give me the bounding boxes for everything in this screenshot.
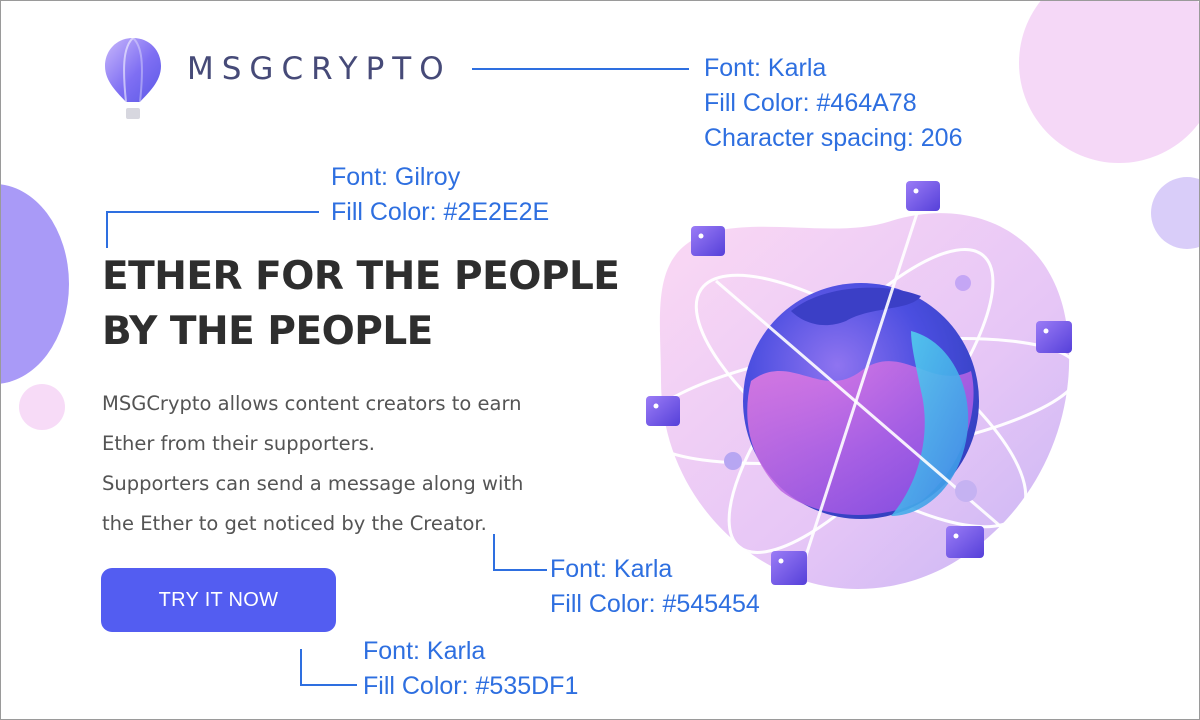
headline-annotation: Font: Gilroy Fill Color: #2E2E2E (331, 160, 549, 230)
cube (646, 396, 680, 426)
hero-headline: ETHER FOR THE PEOPLE BY THE PEOPLE (102, 249, 662, 359)
cube (771, 551, 807, 585)
annotation-line: Character spacing: 206 (704, 124, 963, 152)
cube (691, 226, 725, 256)
cube (946, 526, 984, 558)
annotation-line: Fill Color: #464A78 (704, 89, 917, 117)
cube (1036, 321, 1072, 353)
try-it-now-button[interactable]: TRY IT NOW (101, 568, 336, 632)
annotation-line: Font: Gilroy (331, 163, 461, 191)
decorative-blob-right (1151, 177, 1199, 249)
description-line: Ether from their supporters. (102, 432, 375, 455)
annotation-line: Fill Color: #535DF1 (363, 672, 579, 700)
decorative-blob-left-small (19, 384, 65, 430)
globe-illustration (641, 181, 1081, 589)
annotation-line: Fill Color: #2E2E2E (331, 198, 550, 226)
annotation-line: Font: Karla (704, 54, 827, 82)
decorative-blob-top-right (1019, 1, 1199, 163)
cube (906, 181, 940, 211)
description-line: the Ether to get noticed by the Creator. (102, 512, 487, 535)
description-line: MSGCrypto allows content creators to ear… (102, 392, 522, 415)
hot-air-balloon-icon (105, 37, 161, 119)
headline-line: ETHER FOR THE PEOPLE (102, 254, 620, 299)
annotation-line: Font: Karla (363, 637, 486, 665)
logo-annotation: Font: Karla Fill Color: #464A78 Characte… (704, 51, 962, 156)
headline-annotation-line (106, 211, 319, 248)
hero-description: MSGCrypto allows content creators to ear… (102, 384, 622, 544)
description-line: Supporters can send a message along with (102, 472, 524, 495)
brand-logo-text[interactable]: MSGCRYPTO (187, 49, 452, 89)
headline-line: BY THE PEOPLE (102, 309, 433, 354)
landing-page-frame: MSGCRYPTO Font: Karla Fill Color: #464A7… (0, 0, 1200, 720)
button-annotation-line (300, 649, 357, 686)
decorative-blob-left (1, 184, 69, 384)
button-annotation: Font: Karla Fill Color: #535DF1 (363, 634, 578, 704)
